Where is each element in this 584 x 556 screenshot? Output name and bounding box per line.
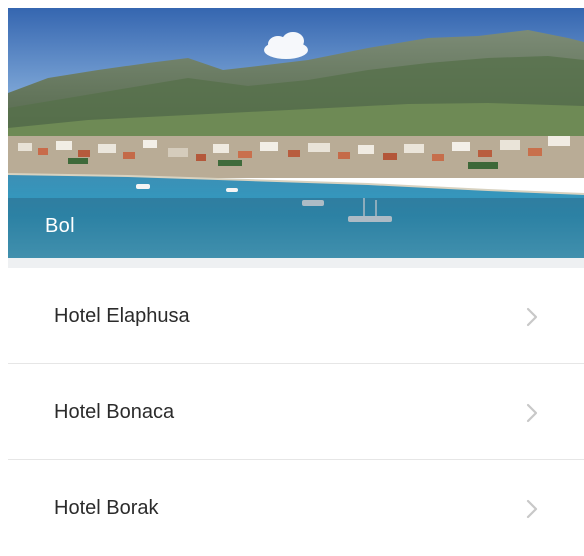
hotel-name: Hotel Borak xyxy=(54,497,159,519)
section-separator xyxy=(8,258,584,268)
chevron-right-icon xyxy=(526,307,538,327)
chevron-right-icon xyxy=(526,403,538,423)
list-item-hotel-bonaca[interactable]: Hotel Bonaca xyxy=(8,364,584,460)
list-item-hotel-borak[interactable]: Hotel Borak xyxy=(8,460,584,556)
destination-title: Bol xyxy=(45,215,75,237)
hotel-name: Hotel Bonaca xyxy=(54,401,175,423)
hotel-list: Hotel Elaphusa Hotel Bonaca Hotel Borak xyxy=(8,268,584,556)
list-item-hotel-elaphusa[interactable]: Hotel Elaphusa xyxy=(8,268,584,364)
app-screen: Bol Hotel Elaphusa Hotel Bonaca Hotel Bo… xyxy=(0,0,584,556)
chevron-right-icon xyxy=(526,499,538,519)
hotel-name: Hotel Elaphusa xyxy=(54,305,190,327)
destination-banner[interactable]: Bol xyxy=(8,8,584,258)
banner-overlay xyxy=(8,198,584,258)
